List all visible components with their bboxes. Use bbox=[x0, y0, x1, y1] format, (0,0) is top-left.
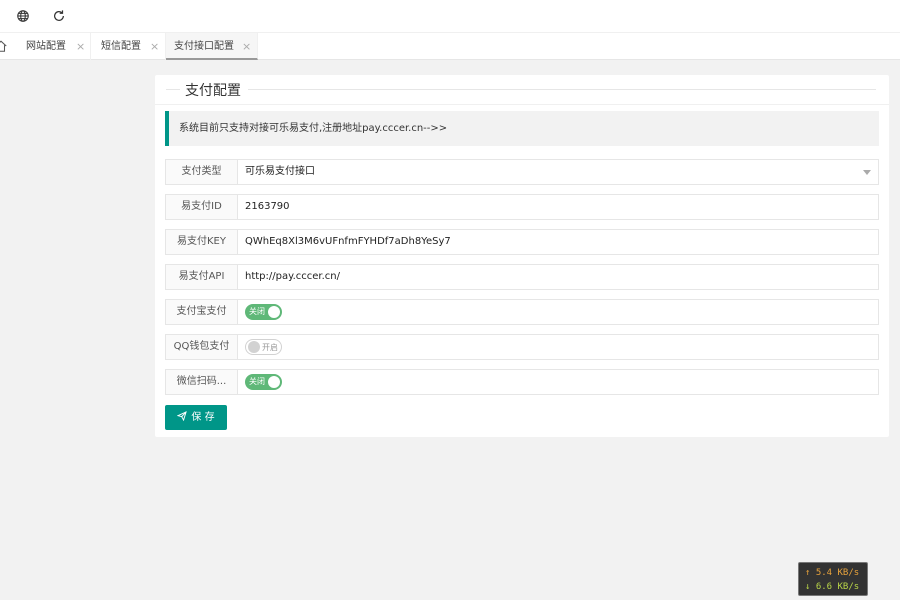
save-button[interactable]: 保 存 bbox=[165, 405, 227, 430]
pay-type-select[interactable]: 可乐易支付接口 bbox=[245, 160, 315, 184]
toggle-knob bbox=[268, 306, 280, 318]
tab-sms-config[interactable]: 短信配置 × bbox=[93, 33, 166, 60]
notice-banner: 系统目前只支持对接可乐易支付,注册地址pay.cccer.cn-->> bbox=[165, 111, 879, 146]
legend-line bbox=[248, 89, 876, 90]
toggle-knob bbox=[248, 341, 260, 353]
epay-id-row: 易支付ID 2163790 bbox=[165, 194, 879, 220]
wxpay-row: 微信扫码... 关闭 bbox=[165, 369, 879, 395]
epay-api-row: 易支付API http://pay.cccer.cn/ bbox=[165, 264, 879, 290]
chevron-down-icon[interactable] bbox=[863, 170, 871, 175]
pay-type-label: 支付类型 bbox=[166, 160, 238, 184]
epay-id-label: 易支付ID bbox=[166, 195, 238, 219]
tab-label: 短信配置 bbox=[101, 41, 141, 52]
qqpay-row: QQ钱包支付 开启 bbox=[165, 334, 879, 360]
toggle-text: 开启 bbox=[262, 343, 278, 352]
epay-key-input[interactable]: QWhEq8Xl3M6vUFnfmFYHDf7aDh8YeSy7 bbox=[245, 230, 451, 254]
payment-config-card: 支付配置 系统目前只支持对接可乐易支付,注册地址pay.cccer.cn-->>… bbox=[155, 75, 889, 437]
tab-close-icon[interactable]: × bbox=[150, 33, 159, 60]
globe-icon[interactable] bbox=[16, 9, 30, 23]
wxpay-label: 微信扫码... bbox=[166, 370, 238, 394]
tab-website-config[interactable]: 网站配置 × bbox=[18, 33, 91, 60]
tab-label: 支付接口配置 bbox=[174, 41, 234, 52]
wxpay-toggle[interactable]: 关闭 bbox=[245, 374, 282, 390]
toggle-text: 关闭 bbox=[249, 307, 265, 316]
tab-label: 网站配置 bbox=[26, 41, 66, 52]
legend-line bbox=[166, 89, 180, 90]
alipay-toggle[interactable]: 关闭 bbox=[245, 304, 282, 320]
epay-api-input[interactable]: http://pay.cccer.cn/ bbox=[245, 265, 340, 289]
tab-payment-config[interactable]: 支付接口配置 × bbox=[166, 33, 258, 60]
toggle-knob bbox=[268, 376, 280, 388]
download-speed: ↓ 6.6 KB/s bbox=[805, 582, 860, 592]
epay-key-row: 易支付KEY QWhEq8Xl3M6vUFnfmFYHDf7aDh8YeSy7 bbox=[165, 229, 879, 255]
refresh-icon[interactable] bbox=[52, 9, 66, 23]
tab-close-icon[interactable]: × bbox=[242, 33, 251, 60]
pay-type-row: 支付类型 可乐易支付接口 bbox=[165, 159, 879, 185]
alipay-row: 支付宝支付 关闭 bbox=[165, 299, 879, 325]
qqpay-label: QQ钱包支付 bbox=[166, 335, 238, 359]
top-bar bbox=[0, 0, 900, 33]
epay-key-label: 易支付KEY bbox=[166, 230, 238, 254]
toggle-text: 关闭 bbox=[249, 377, 265, 386]
save-button-label: 保 存 bbox=[191, 412, 215, 423]
divider bbox=[155, 104, 889, 105]
tab-bar: 网站配置 × 短信配置 × 支付接口配置 × bbox=[0, 33, 900, 60]
upload-speed: ↑ 5.4 KB/s bbox=[805, 568, 860, 578]
network-speed-widget: ↑ 5.4 KB/s ↓ 6.6 KB/s bbox=[798, 562, 868, 596]
epay-id-input[interactable]: 2163790 bbox=[245, 195, 290, 219]
card-title: 支付配置 bbox=[185, 83, 241, 99]
tab-close-icon[interactable]: × bbox=[76, 33, 85, 60]
alipay-label: 支付宝支付 bbox=[166, 300, 238, 324]
send-icon bbox=[177, 411, 188, 421]
qqpay-toggle[interactable]: 开启 bbox=[245, 339, 282, 355]
home-icon[interactable] bbox=[0, 39, 8, 53]
epay-api-label: 易支付API bbox=[166, 265, 238, 289]
